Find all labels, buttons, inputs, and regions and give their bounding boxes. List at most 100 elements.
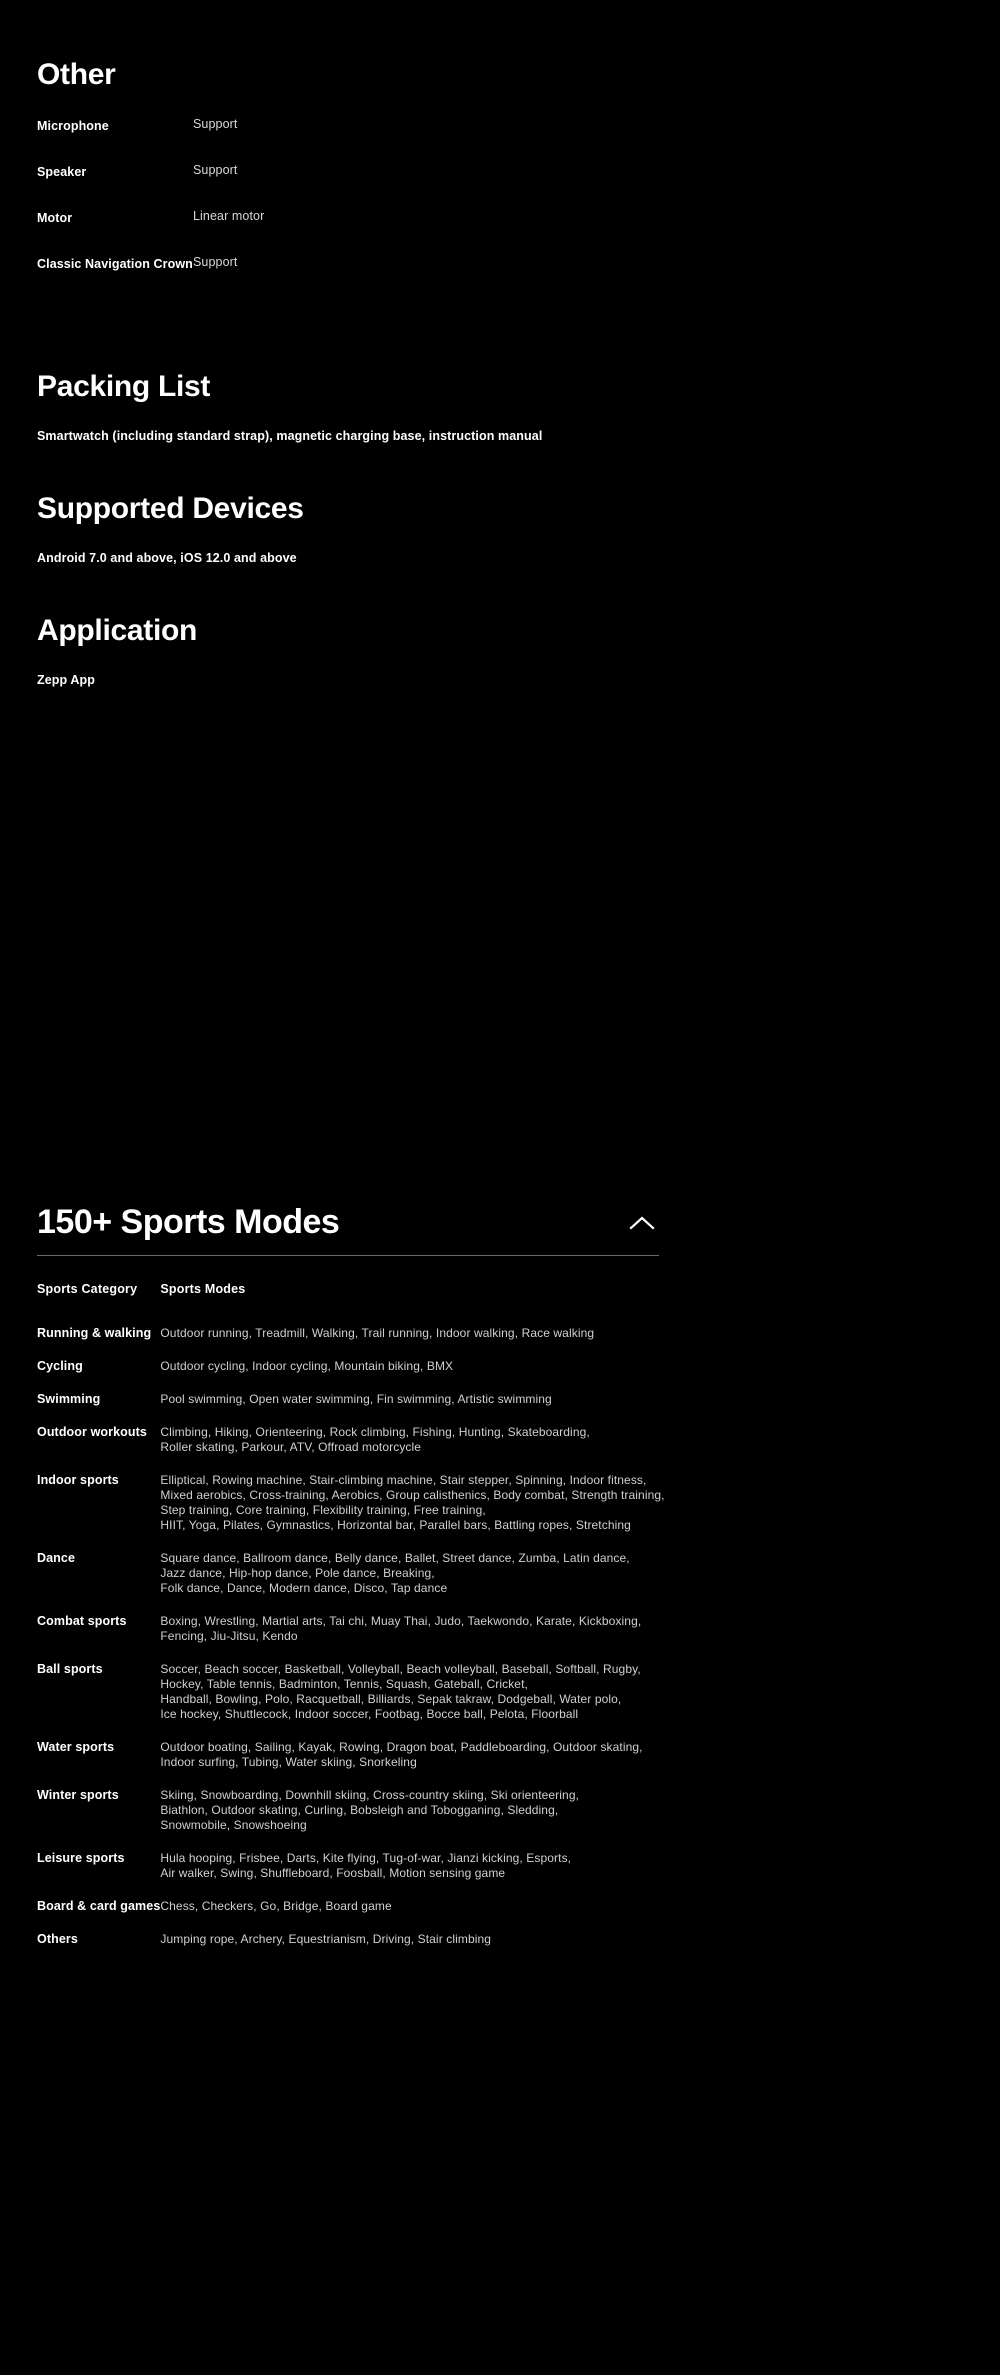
sports-modes-header[interactable]: 150+ Sports Modes: [37, 1203, 659, 1256]
sports-modes-line: Handball, Bowling, Polo, Racquetball, Bi…: [160, 1691, 622, 1706]
chevron-up-icon[interactable]: [625, 1206, 659, 1240]
table-row: Swimming Pool swimming, Open water swimmi…: [37, 1392, 665, 1425]
other-spec-section: Other Microphone Support Speaker Support Mot…: [37, 58, 264, 284]
sports-modes-cell: Outdoor boating, Sailing, Kayak, Rowing,…: [160, 1740, 664, 1788]
sports-modes-cell: Elliptical, Rowing machine, Stair-climbi…: [160, 1473, 664, 1551]
table-row: Water sports Outdoor boating, Sailing, Ka…: [37, 1740, 665, 1788]
table-row: Cycling Outdoor cycling, Indoor cycling, …: [37, 1359, 665, 1392]
supported-devices-title: Supported Devices: [37, 491, 304, 525]
sports-category-cell: Board & card games: [37, 1898, 161, 1913]
table-row: Winter sports Skiing, Snowboarding, Downh…: [37, 1788, 665, 1851]
sports-modes-cell: Hula hooping, Frisbee, Darts, Kite flyin…: [160, 1851, 664, 1899]
sports-modes-cell: Soccer, Beach soccer, Basketball, Volley…: [160, 1662, 664, 1740]
spec-row-label: Speaker: [37, 165, 87, 179]
sports-category-cell: Outdoor workouts: [37, 1424, 147, 1439]
sports-modes-line: HIIT, Yoga, Pilates, Gymnastics, Horizon…: [160, 1517, 631, 1532]
sports-category-cell: Indoor sports: [37, 1472, 119, 1487]
sports-modes-line: Jumping rope, Archery, Equestrianism, Dr…: [160, 1931, 492, 1946]
sports-modes-line: Chess, Checkers, Go, Bridge, Board game: [160, 1898, 392, 1913]
supported-devices-body: Android 7.0 and above, iOS 12.0 and abov…: [37, 550, 297, 565]
other-section-title: Other: [37, 58, 116, 91]
sports-modes-line: Hula hooping, Frisbee, Darts, Kite flyin…: [160, 1850, 572, 1865]
spec-row: Microphone Support: [37, 117, 264, 146]
column-header-category: Sports Category: [37, 1281, 138, 1296]
sports-modes-line: Outdoor boating, Sailing, Kayak, Rowing,…: [160, 1739, 643, 1754]
sports-modes-line: Boxing, Wrestling, Martial arts, Tai chi…: [160, 1613, 642, 1628]
sports-modes-line: Snowmobile, Snowshoeing: [160, 1817, 307, 1832]
sports-modes-cell: Outdoor cycling, Indoor cycling, Mountai…: [160, 1359, 664, 1392]
table-row: Board & card games Chess, Checkers, Go, B…: [37, 1899, 665, 1932]
spec-row-label: Microphone: [37, 119, 109, 133]
sports-modes-line: Square dance, Ballroom dance, Belly danc…: [160, 1550, 630, 1565]
spec-row-label: Motor: [37, 211, 73, 225]
application-title: Application: [37, 613, 198, 647]
spec-row: Motor Linear motor: [37, 209, 264, 238]
sports-modes-cell: Square dance, Ballroom dance, Belly danc…: [160, 1551, 664, 1614]
sports-modes-line: Soccer, Beach soccer, Basketball, Volley…: [160, 1661, 641, 1676]
sports-modes-cell: Pool swimming, Open water swimming, Fin …: [160, 1392, 664, 1425]
sports-modes-line: Ice hockey, Shuttlecock, Indoor soccer, …: [160, 1706, 579, 1721]
sports-category-cell: Dance: [37, 1550, 76, 1565]
sports-modes-heading: 150+ Sports Modes: [37, 1203, 340, 1241]
sports-modes-line: Air walker, Swing, Shuffleboard, Foosbal…: [160, 1865, 506, 1880]
product-spec-page: Other Microphone Support Speaker Support Mot…: [0, 0, 1000, 2375]
sports-category-cell: Winter sports: [37, 1787, 119, 1802]
spec-row-value: Support: [193, 117, 238, 131]
table-row: Dance Square dance, Ballroom dance, Belly…: [37, 1551, 665, 1614]
sports-modes-line: Step training, Core training, Flexibilit…: [160, 1502, 486, 1517]
table-row: Leisure sports Hula hooping, Frisbee, Dar…: [37, 1851, 665, 1899]
sports-modes-line: Climbing, Hiking, Orienteering, Rock cli…: [160, 1424, 590, 1439]
sports-modes-cell: Chess, Checkers, Go, Bridge, Board game: [160, 1899, 664, 1932]
sports-modes-line: Jazz dance, Hip-hop dance, Pole dance, B…: [160, 1565, 435, 1580]
table-row: Others Jumping rope, Archery, Equestriani…: [37, 1932, 665, 1965]
sports-modes-table-head: Sports Category Sports Modes: [37, 1282, 665, 1326]
packing-list-title: Packing List: [37, 369, 211, 403]
packing-list-section: Packing List Smartwatch (including stand…: [37, 345, 542, 444]
sports-modes-line: Mixed aerobics, Cross-training, Aerobics…: [160, 1487, 665, 1502]
table-row: Running & walking Outdoor running, Treadm…: [37, 1326, 665, 1359]
supported-devices-section: Supported Devices Android 7.0 and above,…: [37, 467, 304, 566]
sports-category-cell: Ball sports: [37, 1661, 103, 1676]
sports-modes-table: Sports Category Sports Modes Running & w…: [37, 1282, 665, 1965]
sports-modes-line: Pool swimming, Open water swimming, Fin …: [160, 1391, 552, 1406]
sports-category-cell: Combat sports: [37, 1613, 127, 1628]
spec-row-label: Classic Navigation Crown: [37, 257, 193, 271]
sports-modes-line: Elliptical, Rowing machine, Stair-climbi…: [160, 1472, 647, 1487]
sports-category-cell: Running & walking: [37, 1325, 152, 1340]
sports-category-cell: Others: [37, 1931, 78, 1946]
sports-modes-cell: Boxing, Wrestling, Martial arts, Tai chi…: [160, 1614, 664, 1662]
spec-row: Classic Navigation Crown Support: [37, 255, 264, 284]
sports-category-cell: Swimming: [37, 1391, 101, 1406]
table-row: Outdoor workouts Climbing, Hiking, Orient…: [37, 1425, 665, 1473]
sports-modes-cell: Climbing, Hiking, Orienteering, Rock cli…: [160, 1425, 664, 1473]
table-row: Combat sports Boxing, Wrestling, Martial …: [37, 1614, 665, 1662]
other-spec-table: Microphone Support Speaker Support Motor Line…: [37, 117, 264, 284]
sports-modes-section: 150+ Sports Modes Sports Category Sports…: [37, 1203, 664, 1965]
sports-modes-cell: Jumping rope, Archery, Equestrianism, Dr…: [160, 1932, 664, 1965]
sports-modes-cell: Skiing, Snowboarding, Downhill skiing, C…: [160, 1788, 664, 1851]
sports-modes-line: Outdoor running, Treadmill, Walking, Tra…: [160, 1325, 595, 1340]
sports-modes-table-body: Running & walking Outdoor running, Treadm…: [37, 1326, 665, 1965]
sports-modes-line: Outdoor cycling, Indoor cycling, Mountai…: [160, 1358, 454, 1373]
sports-modes-cell: Outdoor running, Treadmill, Walking, Tra…: [160, 1326, 664, 1359]
sports-modes-line: Indoor surfing, Tubing, Water skiing, Sn…: [160, 1754, 417, 1769]
sports-category-cell: Leisure sports: [37, 1850, 125, 1865]
sports-modes-line: Skiing, Snowboarding, Downhill skiing, C…: [160, 1787, 580, 1802]
table-row: Indoor sports Elliptical, Rowing machine,…: [37, 1473, 665, 1551]
sports-modes-line: Fencing, Jiu-Jitsu, Kendo: [160, 1628, 298, 1643]
sports-modes-line: Hockey, Table tennis, Badminton, Tennis,…: [160, 1676, 528, 1691]
spec-row: Speaker Support: [37, 163, 264, 192]
spec-row-value: Linear motor: [193, 209, 265, 223]
spec-row-value: Support: [193, 163, 238, 177]
sports-modes-line: Roller skating, Parkour, ATV, Offroad mo…: [160, 1439, 422, 1454]
column-header-modes: Sports Modes: [160, 1281, 246, 1296]
table-header-row: Sports Category Sports Modes: [37, 1282, 665, 1326]
sports-modes-line: Folk dance, Dance, Modern dance, Disco, …: [160, 1580, 448, 1595]
packing-list-body: Smartwatch (including standard strap), m…: [37, 428, 543, 443]
sports-category-cell: Water sports: [37, 1739, 115, 1754]
application-body: Zepp App: [37, 672, 95, 687]
application-section: Application Zepp App: [37, 589, 197, 688]
spec-row-value: Support: [193, 255, 238, 269]
sports-modes-line: Biathlon, Outdoor skating, Curling, Bobs…: [160, 1802, 559, 1817]
sports-category-cell: Cycling: [37, 1358, 83, 1373]
